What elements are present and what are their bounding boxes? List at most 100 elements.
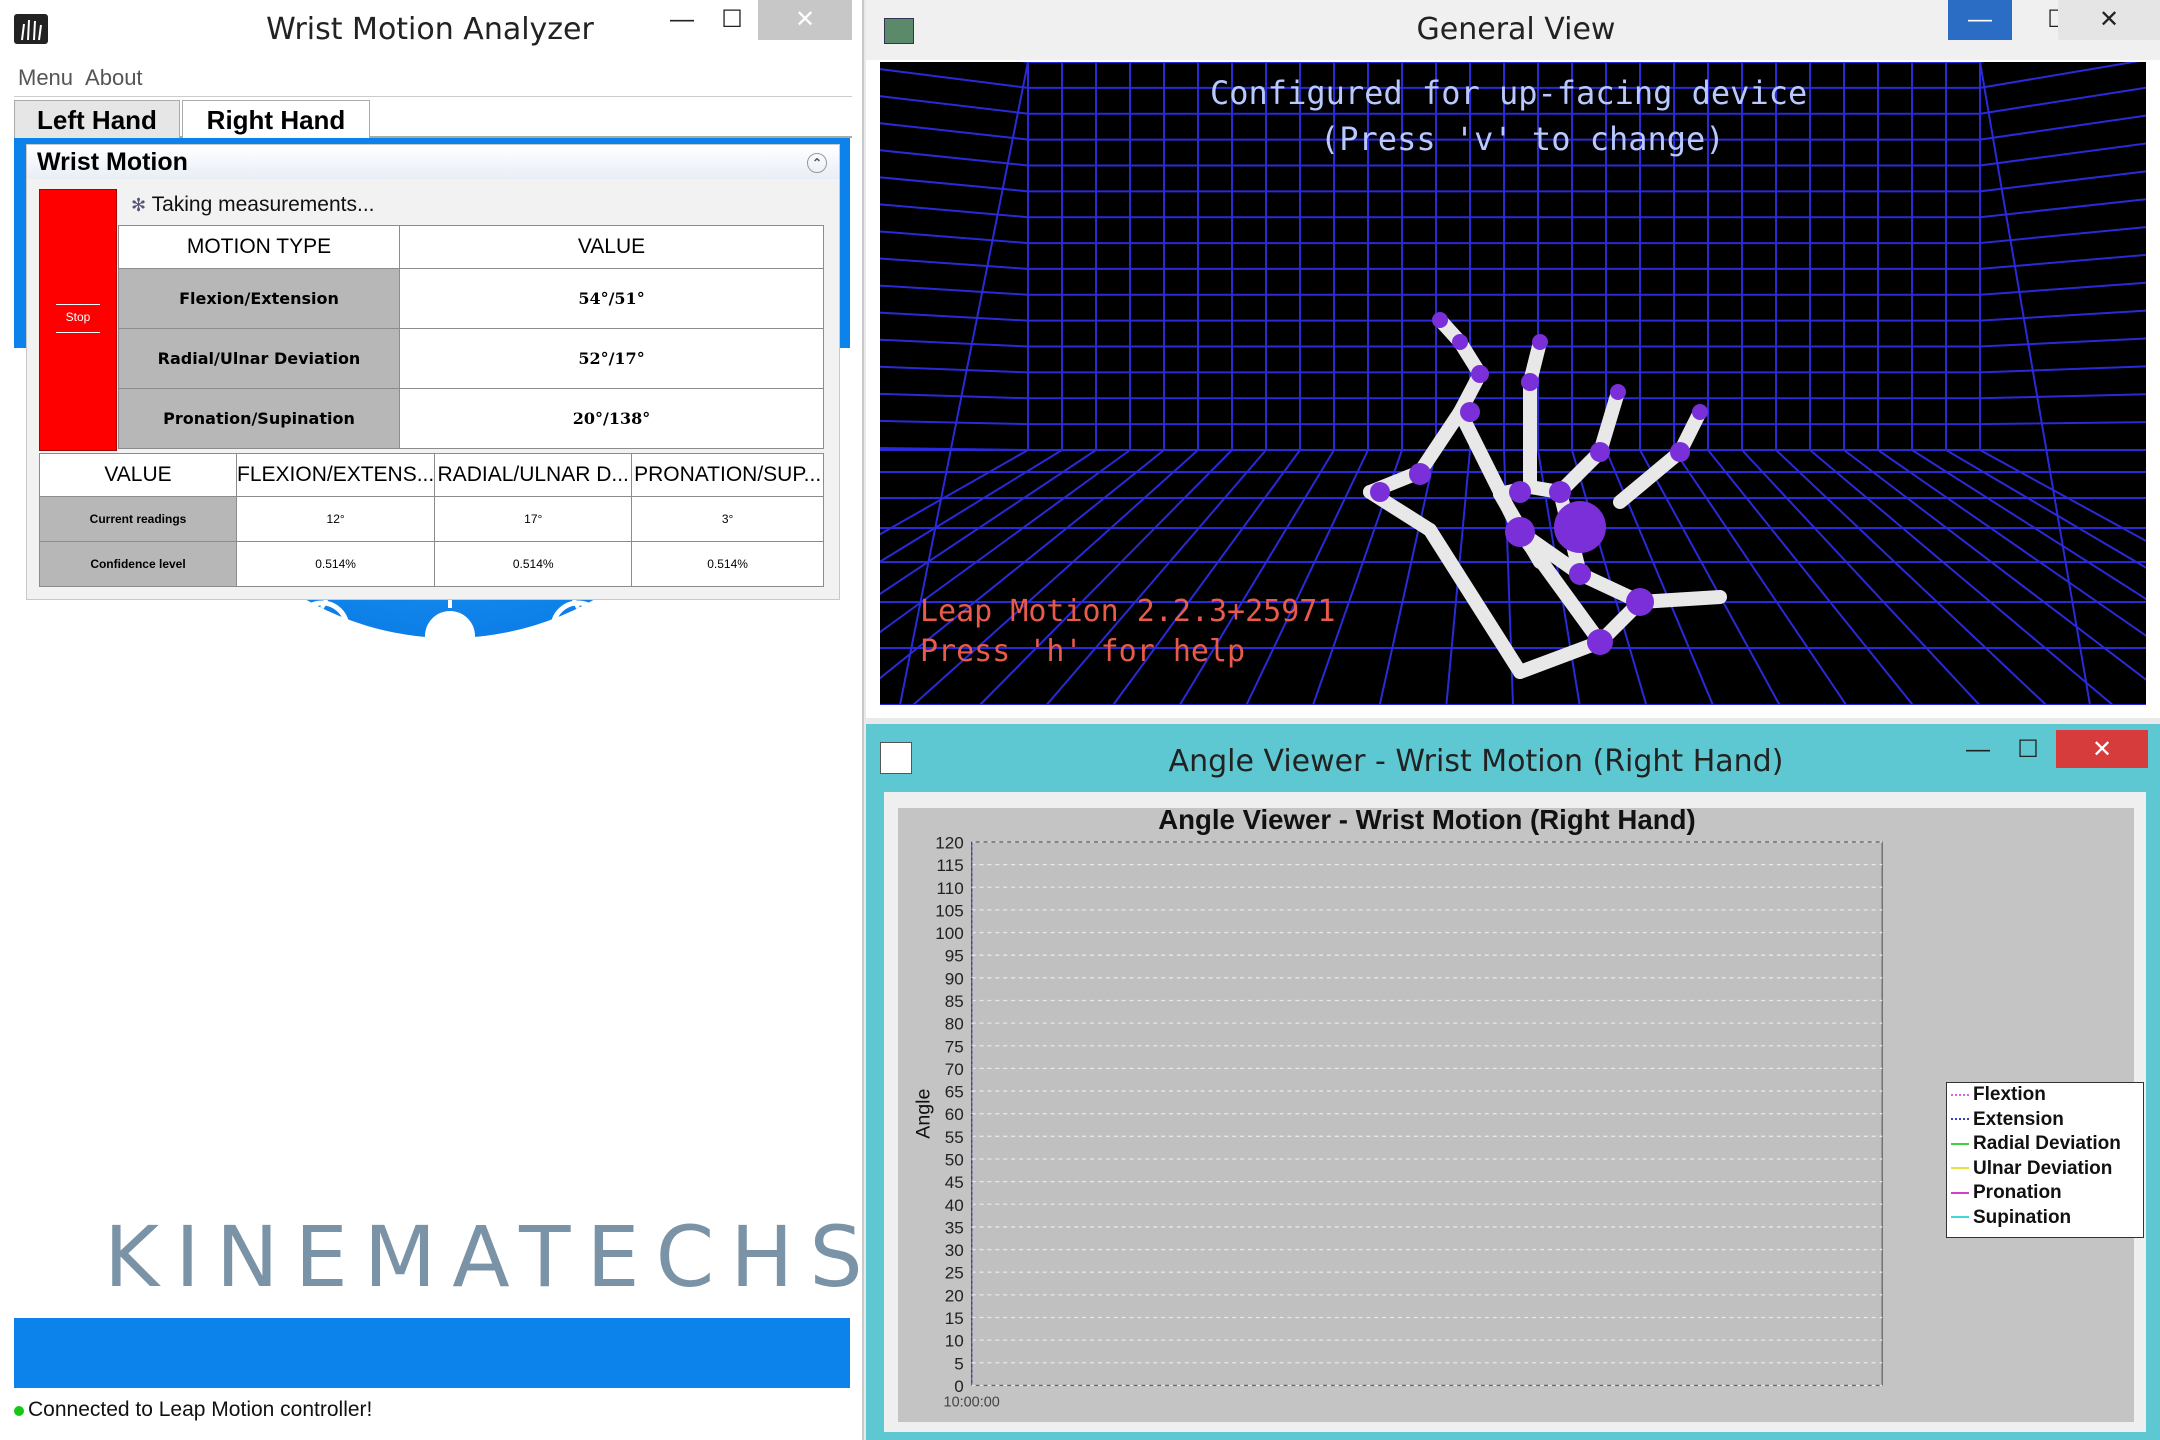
legend-label: Ulnar Deviation: [1973, 1157, 2113, 1179]
y-tick-label: 115: [937, 856, 964, 875]
connection-status: Connected to Leap Motion controller!: [14, 1392, 372, 1428]
minimize-button[interactable]: —: [1948, 0, 2012, 40]
chart-panel: Angle Viewer - Wrist Motion (Right Hand)…: [884, 792, 2146, 1432]
table-row[interactable]: Pronation/Supination 20°/138°: [118, 388, 824, 449]
column-header[interactable]: VALUE: [39, 453, 237, 497]
status-message: ✻ Taking measurements...: [131, 193, 375, 217]
table-header-row: MOTION TYPE VALUE: [118, 225, 824, 269]
close-button[interactable]: ✕: [2056, 730, 2148, 768]
close-button[interactable]: ✕: [2058, 0, 2160, 40]
column-header[interactable]: VALUE: [399, 225, 824, 269]
menu-bar: Menu About: [14, 60, 852, 97]
menu-menu[interactable]: Menu: [18, 65, 73, 90]
legend-swatch-icon: [1951, 1142, 1969, 1145]
general-view-title: General View: [1416, 12, 1616, 47]
y-tick-label: 25: [945, 1264, 964, 1283]
table-row[interactable]: Confidence level 0.514% 0.514% 0.514%: [39, 541, 824, 587]
hand-joint: [1432, 312, 1448, 328]
y-tick-label: 55: [945, 1128, 964, 1147]
column-header[interactable]: RADIAL/ULNAR D...: [434, 453, 633, 497]
reading-cell: 0.514%: [235, 541, 436, 587]
value-cell: 54°/51°: [399, 268, 824, 329]
y-tick-label: 110: [937, 879, 964, 898]
y-tick-label: 40: [945, 1196, 964, 1215]
tab-right-hand[interactable]: Right Hand: [182, 100, 370, 138]
legend-item: Extension: [1947, 1108, 2143, 1133]
column-header[interactable]: MOTION TYPE: [118, 225, 400, 269]
angle-viewer-window: Angle Viewer - Wrist Motion (Right Hand)…: [866, 724, 2160, 1440]
hand-joint: [1587, 629, 1613, 655]
angle-viewer-title: Angle Viewer - Wrist Motion (Right Hand): [1168, 744, 1784, 779]
hand-joint: [1452, 334, 1468, 350]
hand-joint: [1610, 384, 1626, 400]
y-tick-label: 80: [945, 1015, 964, 1034]
legend-swatch-icon: [1951, 1118, 1969, 1121]
angle-chart[interactable]: Angle Viewer - Wrist Motion (Right Hand)…: [898, 808, 2144, 1422]
hand-joint: [1554, 501, 1606, 553]
hand-joint: [1409, 463, 1431, 485]
hand-joint: [1532, 334, 1548, 350]
hand-joint: [1626, 588, 1654, 616]
legend-item: Supination: [1947, 1206, 2143, 1231]
y-tick-label: 120: [935, 834, 964, 853]
reading-cell: 12°: [235, 496, 436, 542]
status-text: Taking measurements...: [151, 193, 375, 216]
hand-bone: [1413, 405, 1467, 479]
maximize-button[interactable]: ☐: [700, 0, 764, 40]
motion-type-cell: Pronation/Supination: [118, 388, 400, 449]
stop-button[interactable]: Stop: [39, 189, 117, 451]
reading-cell: 3°: [631, 496, 824, 542]
wrist-motion-panel: Wrist Motion ⌃ Stop ✻ Taking measurement…: [26, 144, 840, 600]
y-tick-label: 65: [945, 1083, 964, 1102]
y-tick-label: 45: [945, 1173, 964, 1192]
hand-joint: [1569, 563, 1591, 585]
analyzer-titlebar[interactable]: Wrist Motion Analyzer — ☐ ✕: [0, 0, 862, 60]
general-view-titlebar[interactable]: General View — ☐ ✕: [866, 0, 2160, 60]
legend-label: Radial Deviation: [1973, 1133, 2121, 1154]
collapse-chevron-icon[interactable]: ⌃: [807, 153, 827, 173]
right-hand-tab-panel: KINEMATECHS Wrist Motion ⌃ Stop ✻ Taking…: [14, 138, 862, 1388]
x-tick-label: 10:00:00: [944, 1394, 1000, 1410]
row-label: Confidence level: [39, 541, 237, 587]
spinner-icon: ✻: [131, 195, 147, 215]
legend-swatch-icon: [1951, 1093, 1969, 1096]
general-view-window: General View — ☐ ✕ Configured for up-fac…: [866, 0, 2160, 718]
close-button[interactable]: ✕: [758, 0, 852, 40]
y-tick-label: 5: [954, 1354, 964, 1373]
hand-joint: [1460, 402, 1480, 422]
panel-title: Wrist Motion: [37, 148, 188, 176]
table-row[interactable]: Radial/Ulnar Deviation 52°/17°: [118, 328, 824, 389]
row-label: Current readings: [39, 496, 237, 542]
y-axis-label: Angle: [913, 1089, 935, 1139]
stop-label: Stop: [65, 310, 91, 324]
hand-joint: [1521, 373, 1539, 391]
chart-title: Angle Viewer - Wrist Motion (Right Hand): [1158, 808, 1695, 835]
legend-swatch-icon: [1951, 1216, 1969, 1219]
menu-about[interactable]: About: [85, 65, 143, 90]
maximize-button[interactable]: ☐: [1996, 730, 2060, 770]
hand-skeleton: [1363, 312, 1727, 679]
table-row[interactable]: Current readings 12° 17° 3°: [39, 496, 824, 542]
leap-hand-icon: [14, 14, 48, 44]
chart-app-icon: [880, 742, 912, 774]
hand-joint: [1670, 442, 1690, 462]
column-header[interactable]: PRONATION/SUP...: [631, 453, 824, 497]
device-config-line2: (Press 'v' to change): [1320, 120, 1725, 158]
table-row[interactable]: Flexion/Extension 54°/51°: [118, 268, 824, 329]
legend-item: Ulnar Deviation: [1947, 1157, 2143, 1182]
connection-text: Connected to Leap Motion controller!: [28, 1398, 373, 1421]
y-tick-label: 0: [954, 1377, 964, 1396]
y-tick-label: 35: [945, 1218, 964, 1237]
leap-visualizer-canvas[interactable]: Configured for up-facing device (Press '…: [880, 62, 2146, 705]
wrist-motion-analyzer-window: Wrist Motion Analyzer — ☐ ✕ Menu About Le…: [0, 0, 864, 1440]
hand-joint: [1509, 481, 1531, 503]
column-header[interactable]: FLEXION/EXTENS...: [235, 453, 436, 497]
help-text: Press 'h' for help: [920, 634, 1246, 669]
y-tick-label: 60: [945, 1105, 964, 1124]
wrist-motion-header: Wrist Motion ⌃: [27, 145, 839, 179]
hand-joint: [1692, 404, 1708, 420]
y-tick-label: 70: [945, 1060, 964, 1079]
angle-chart-plot: Angle Viewer - Wrist Motion (Right Hand)…: [913, 808, 1883, 1410]
angle-viewer-titlebar[interactable]: Angle Viewer - Wrist Motion (Right Hand)…: [866, 724, 2160, 800]
tab-left-hand[interactable]: Left Hand: [14, 100, 180, 138]
